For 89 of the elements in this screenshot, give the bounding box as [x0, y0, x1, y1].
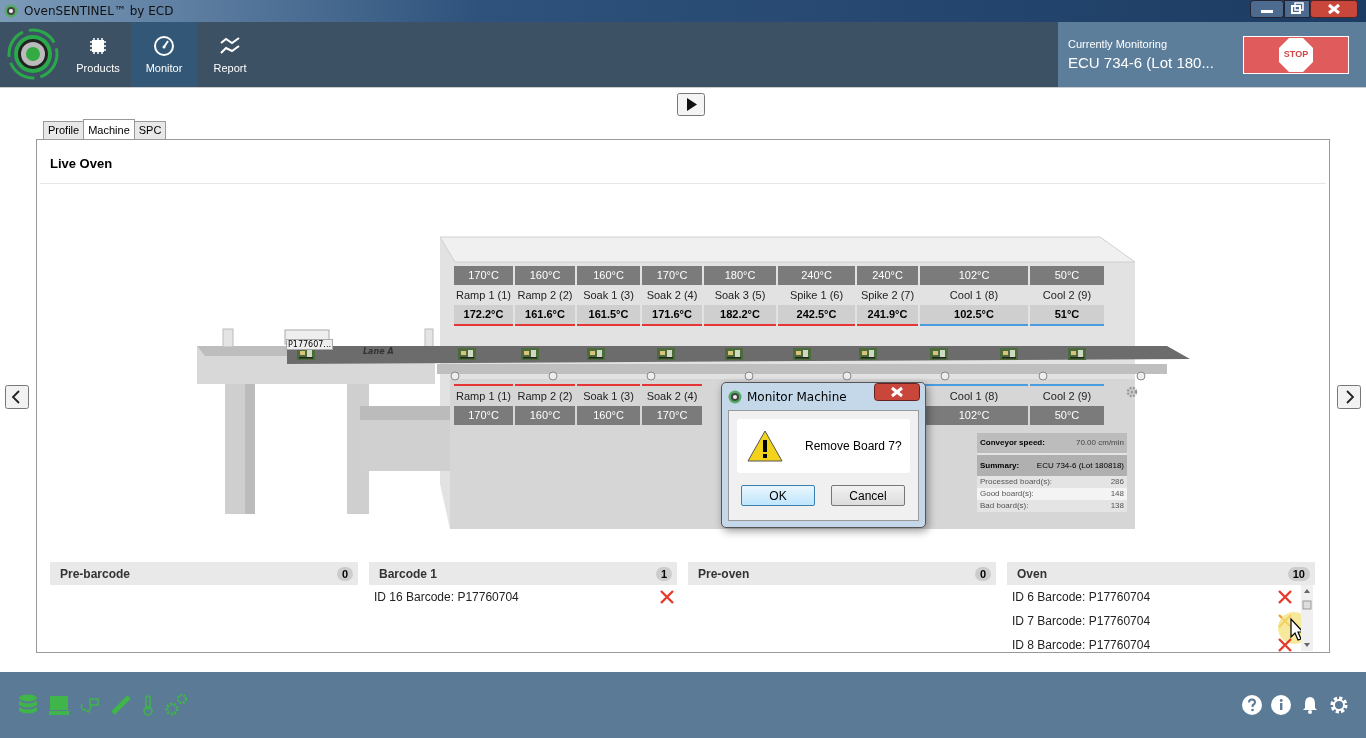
- queue-title: Barcode 1: [379, 566, 438, 581]
- left-arrow-button[interactable]: [5, 385, 29, 409]
- queue-item[interactable]: ID 8 Barcode: P17760704: [1012, 638, 1151, 652]
- warning-icon: [747, 430, 783, 462]
- queue-item[interactable]: ID 16 Barcode: P17760704: [374, 590, 519, 604]
- remove-icon[interactable]: [1277, 637, 1293, 652]
- restore-icon[interactable]: [1284, 0, 1310, 18]
- zone-name: Ramp 1 (1): [455, 287, 512, 303]
- thermometer-icon: [141, 694, 155, 716]
- zone-reading: 161.5°C: [577, 304, 640, 326]
- stat-label: Processed board(s):: [980, 477, 1053, 487]
- close-icon[interactable]: [874, 383, 920, 401]
- nav-tab[interactable]: Monitor: [131, 22, 197, 87]
- stat-value: 138: [1110, 501, 1124, 511]
- count-badge: 0: [336, 566, 353, 581]
- queue-title: Pre-barcode: [60, 566, 131, 581]
- dialog-message: Remove Board 7?: [805, 439, 902, 453]
- zone-name: Ramp 2 (2): [516, 388, 574, 404]
- window-title: OvenSENTINEL™ by ECD: [24, 4, 174, 18]
- conveyor-speed-value: 70.00 cm/min: [1075, 438, 1124, 448]
- monitoring-label: Currently Monitoring: [1068, 38, 1169, 50]
- zone-name: Spike 1 (6): [788, 287, 845, 303]
- zone-name: Soak 2 (4): [645, 388, 699, 404]
- zone-name: Ramp 1 (1): [455, 388, 512, 404]
- settings-icon[interactable]: [1329, 695, 1349, 715]
- database-icon: [17, 694, 39, 716]
- summary-label: Summary:: [980, 460, 1020, 470]
- app-icon: [728, 389, 742, 404]
- board-tag: P177607...: [286, 338, 333, 350]
- settings-icon: [1126, 385, 1138, 398]
- gauge-icon: [153, 35, 175, 57]
- count-badge: 0: [974, 566, 991, 581]
- app-icon: [4, 4, 18, 18]
- count-badge: 1: [655, 566, 672, 581]
- summary-value: ECU 734-6 (Lot 180818): [1036, 460, 1124, 470]
- count-badge: 10: [1287, 566, 1310, 581]
- monitoring-value: ECU 734-6 (Lot 180...: [1068, 54, 1214, 71]
- nav-tab[interactable]: Report: [197, 22, 263, 87]
- stop-sign-icon: [1278, 36, 1314, 73]
- zone-reading: 182.2°C: [704, 304, 776, 326]
- queue-title: Oven: [1017, 566, 1047, 581]
- close-icon[interactable]: [1310, 0, 1358, 18]
- zone-name: Soak 3 (5): [713, 287, 767, 303]
- remove-icon[interactable]: [1277, 589, 1293, 605]
- chip-icon: [87, 35, 109, 57]
- zone-reading: 161.6°C: [515, 304, 575, 326]
- probe-icon: [110, 694, 132, 716]
- tab[interactable]: SPC: [133, 121, 167, 139]
- tab[interactable]: Profile: [43, 121, 85, 139]
- right-arrow-button[interactable]: [1337, 385, 1361, 409]
- cancel-button[interactable]: Cancel: [831, 485, 905, 506]
- remove-icon[interactable]: [659, 589, 675, 605]
- info-icon[interactable]: [1271, 695, 1291, 715]
- zone-name: Cool 2 (9): [1041, 287, 1093, 303]
- zone-name: Cool 1 (8): [948, 388, 1000, 404]
- queue-item[interactable]: ID 6 Barcode: P17760704: [1012, 590, 1151, 604]
- stat-label: Bad board(s):: [980, 501, 1029, 511]
- zone-reading: 171.6°C: [642, 304, 702, 326]
- gears-icon: [164, 693, 188, 717]
- conveyor-speed-label: Conveyor speed:: [980, 438, 1045, 448]
- zone-name: Soak 2 (4): [645, 287, 699, 303]
- scrollbar[interactable]: [1301, 585, 1313, 651]
- dialog-title: Monitor Machine: [747, 389, 847, 404]
- hard-drive-icon: [48, 694, 70, 716]
- queue-title: Pre-oven: [698, 566, 750, 581]
- zone-name: Soak 1 (3): [582, 388, 635, 404]
- lane-label: Lane A: [363, 346, 394, 356]
- zone-name: Cool 1 (8): [948, 287, 1000, 303]
- zone-reading: 241.9°C: [857, 304, 918, 326]
- zone-reading: 172.2°C: [454, 304, 513, 326]
- ok-button[interactable]: OK: [741, 485, 815, 506]
- help-icon[interactable]: [1242, 695, 1262, 715]
- panel-title: Live Oven: [50, 155, 113, 171]
- zone-name: Soak 1 (3): [582, 287, 635, 303]
- zone-name: Cool 2 (9): [1041, 388, 1093, 404]
- zone-reading: 51°C: [1030, 304, 1104, 326]
- stat-value: 286: [1110, 477, 1124, 487]
- zone-reading: 242.5°C: [778, 304, 855, 326]
- logo-icon: [7, 28, 59, 80]
- zone-name: Ramp 2 (2): [516, 287, 574, 303]
- play-button[interactable]: [676, 93, 705, 116]
- nav-tab[interactable]: Products: [65, 22, 131, 87]
- zone-name: Spike 2 (7): [859, 287, 916, 303]
- queue-item[interactable]: ID 7 Barcode: P17760704: [1012, 614, 1151, 628]
- stop-button[interactable]: STOP: [1243, 35, 1349, 74]
- minimize-icon[interactable]: [1250, 0, 1284, 18]
- stat-label: Good board(s):: [980, 489, 1034, 499]
- zone-reading: 102.5°C: [920, 304, 1028, 326]
- stat-value: 148: [1110, 489, 1124, 499]
